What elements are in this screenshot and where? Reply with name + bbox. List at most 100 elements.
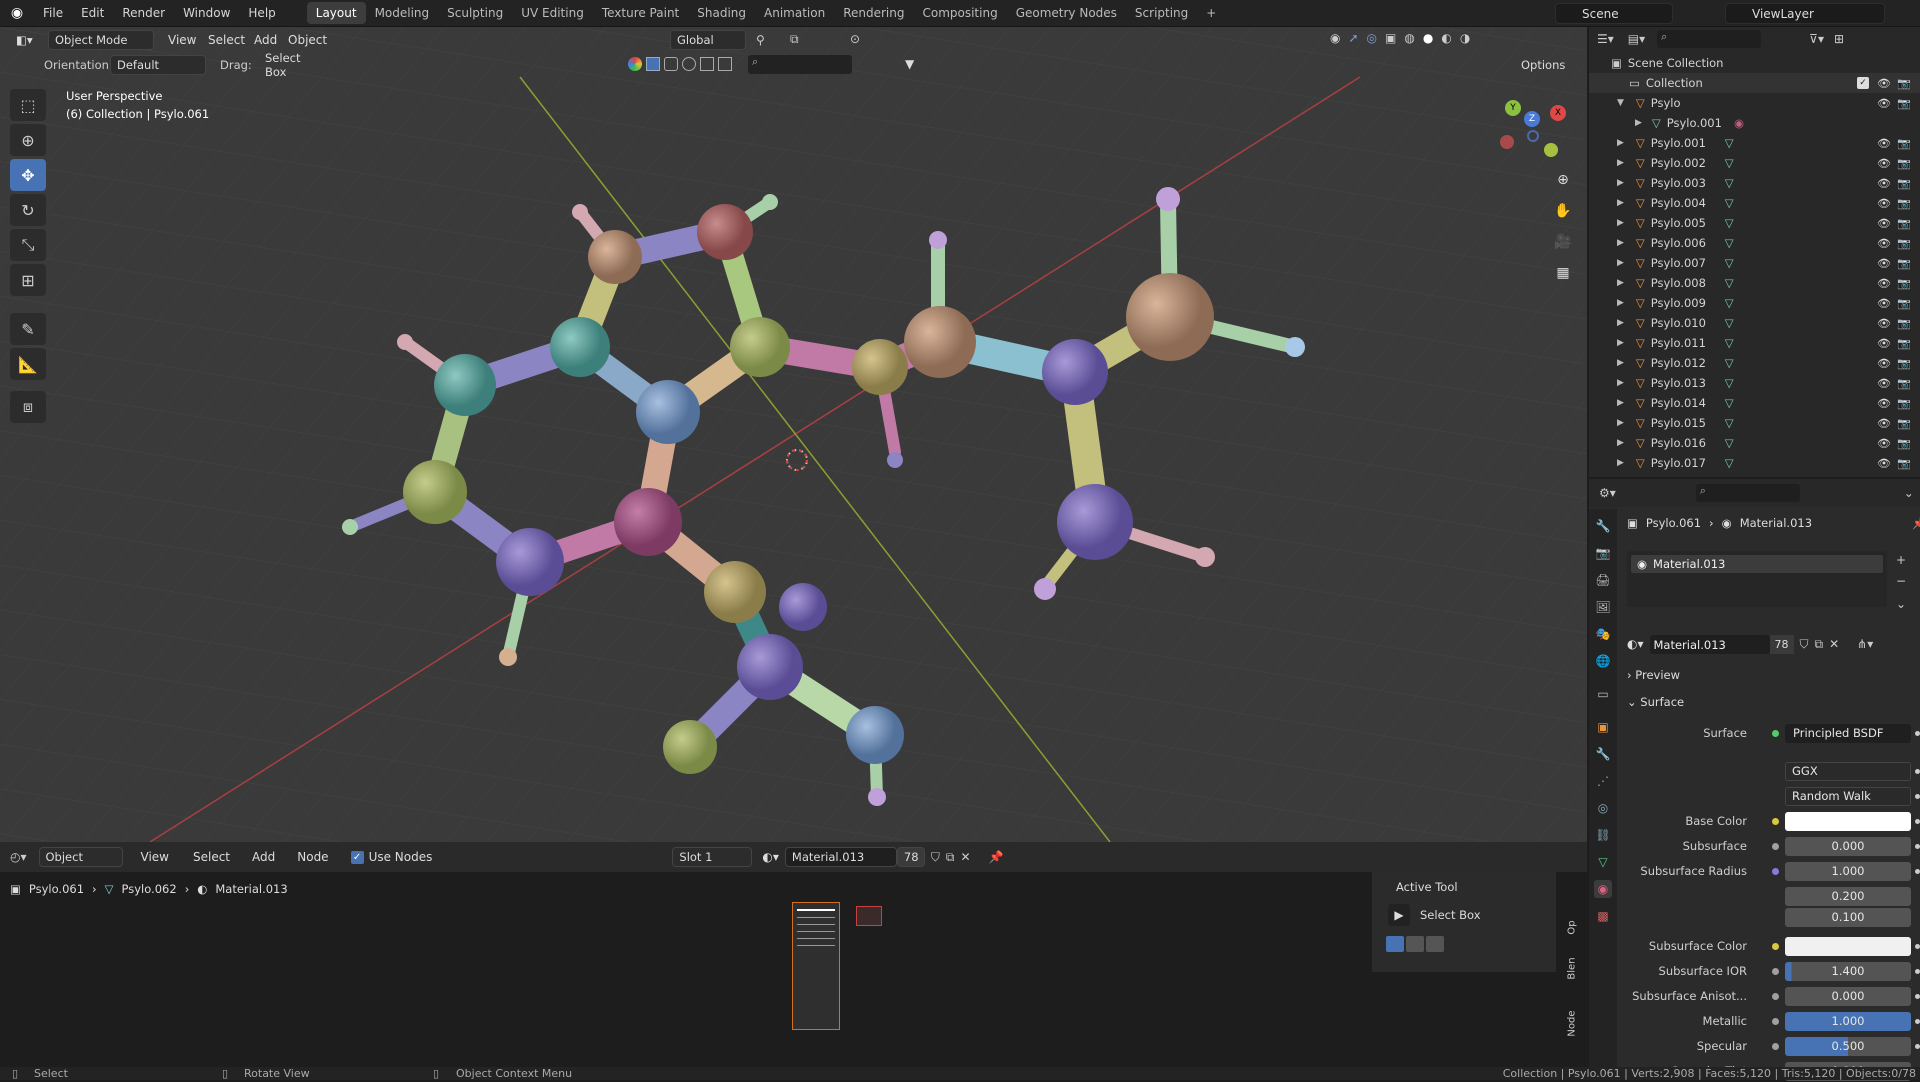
expand-arrow-icon[interactable]: ▶ (1617, 358, 1624, 368)
exclude-checkbox[interactable]: ✓ (1857, 77, 1869, 89)
duplicate-material-icon[interactable]: ⧉ (1815, 637, 1824, 652)
surface-panel-header[interactable]: ⌄ Surface (1627, 695, 1684, 709)
world-tab-icon[interactable]: 🌐 (1594, 652, 1612, 670)
outliner-item[interactable]: ▶ ▽ Psylo.016 ▽ 👁 📷 (1589, 433, 1920, 453)
fake-user-icon[interactable]: ⛉ (1800, 637, 1809, 652)
menu-render[interactable]: Render (113, 6, 174, 20)
menu-view[interactable]: View (141, 850, 169, 864)
preview-panel-header[interactable]: › Preview (1627, 668, 1680, 682)
outliner-item[interactable]: ▶ ▽ Psylo.013 ▽ 👁 📷 (1589, 373, 1920, 393)
render-camera-icon[interactable]: 📷 (1897, 357, 1911, 370)
filter-icon[interactable]: ▼ (905, 57, 914, 71)
transform-orientation-selector[interactable]: Global (670, 30, 746, 50)
ortho-grid-icon[interactable]: ▦ (1550, 260, 1576, 286)
output-tab-icon[interactable]: 🖨 (1594, 571, 1612, 589)
socket-dot-icon[interactable] (1772, 1042, 1779, 1050)
outliner-item[interactable]: ▶ ▽ Psylo.012 ▽ 👁 📷 (1589, 353, 1920, 373)
render-camera-icon[interactable]: 📷 (1897, 457, 1911, 470)
outliner-item[interactable]: ▶ ▽ Psylo.004 ▽ 👁 📷 (1589, 193, 1920, 213)
render-camera-icon[interactable]: 📷 (1897, 417, 1911, 430)
display-mode-icon[interactable]: ▤▾ (1628, 32, 1645, 46)
socket-dot-icon[interactable] (1772, 842, 1779, 850)
property-field[interactable]: GGX (1785, 761, 1911, 781)
visibility-eye-icon[interactable]: 👁 (1877, 277, 1891, 290)
tab-layout[interactable]: Layout (306, 2, 366, 24)
outliner-item[interactable]: ▶ ▽ Psylo.006 ▽ 👁 📷 (1589, 233, 1920, 253)
visibility-eye-icon[interactable]: 👁 (1877, 157, 1891, 170)
solid-shading-icon[interactable]: ● (1423, 31, 1433, 45)
pan-hand-icon[interactable]: ✋ (1550, 198, 1576, 224)
new-collection-icon[interactable]: ⊞ (1834, 32, 1844, 46)
property-field[interactable]: Random Walk (1785, 786, 1911, 806)
expand-arrow-icon[interactable]: ▶ (1617, 258, 1624, 268)
add-cube-tool[interactable]: ⧈ (10, 391, 46, 423)
menu-edit[interactable]: Edit (72, 6, 113, 20)
remove-slot-button[interactable]: − (1896, 574, 1906, 588)
tab-blender[interactable]: Blen (1567, 945, 1578, 993)
expand-arrow-icon[interactable]: ▶ (1617, 178, 1624, 188)
visibility-eye-icon[interactable]: 👁 (1877, 197, 1891, 210)
color-wheel-icon[interactable] (628, 57, 642, 71)
material-browse-icon[interactable]: ◐▾ (1627, 637, 1644, 651)
active-tool-title[interactable]: Active Tool (1396, 880, 1458, 894)
node-tree-icon[interactable]: ⋔▾ (1857, 637, 1873, 651)
socket-dot-icon[interactable] (1772, 942, 1779, 950)
outliner-item[interactable]: ▶ ▽ Psylo.003 ▽ 👁 📷 (1589, 173, 1920, 193)
slot-selector[interactable]: Slot 1 (672, 847, 753, 867)
camera-view-icon[interactable]: 🎥 (1550, 229, 1576, 255)
set-mode-icon[interactable] (1386, 936, 1404, 952)
extend-mode-icon[interactable] (1406, 936, 1424, 952)
property-field[interactable]: 1.000 (1785, 1011, 1911, 1031)
scene-selector[interactable]: Scene (1555, 3, 1673, 24)
property-field[interactable]: Principled BSDF (1785, 723, 1911, 743)
visibility-eye-icon[interactable]: 👁 (1877, 97, 1891, 110)
expand-arrow-icon[interactable]: ▶ (1617, 278, 1624, 288)
measure-tool[interactable]: 📐 (10, 348, 46, 380)
keyframe-dot-icon[interactable] (1915, 993, 1920, 999)
snap-icon[interactable]: ⧉ (790, 32, 799, 47)
tab-uv-editing[interactable]: UV Editing (512, 2, 593, 24)
render-tab-icon[interactable]: 📷 (1594, 544, 1612, 562)
expand-arrow-icon[interactable]: ▶ (1617, 398, 1624, 408)
property-field[interactable]: 1.000 (1785, 861, 1911, 881)
visibility-eye-icon[interactable]: 👁 (1877, 437, 1891, 450)
rotate-tool[interactable]: ↻ (10, 194, 46, 226)
visibility-eye-icon[interactable]: 👁 (1877, 257, 1891, 270)
modifier-tab-icon[interactable]: 🔧 (1594, 745, 1612, 763)
render-camera-icon[interactable]: 📷 (1897, 257, 1911, 270)
tab-modeling[interactable]: Modeling (366, 2, 439, 24)
object-tab-icon[interactable]: ▣ (1594, 718, 1612, 736)
visibility-eye-icon[interactable]: 👁 (1877, 417, 1891, 430)
material-sphere-icon[interactable]: ◐▾ (762, 850, 779, 864)
mode-selector[interactable]: Object Mode (48, 30, 154, 50)
gizmo-z-axis[interactable]: Z (1524, 111, 1540, 127)
visibility-eye-icon[interactable]: 👁 (1877, 317, 1891, 330)
property-field[interactable]: 0.000 (1785, 836, 1911, 856)
overlay-toggle-icon[interactable]: ◎ (1367, 31, 1377, 45)
properties-search-input[interactable]: ⌕ (1695, 484, 1800, 502)
socket-dot-icon[interactable] (1772, 1017, 1779, 1025)
outliner-item[interactable]: ▶ ▽ Psylo.001 ▽ 👁 📷 (1589, 133, 1920, 153)
socket-dot-icon[interactable] (1772, 967, 1779, 975)
rendered-shading-icon[interactable]: ◑ (1460, 31, 1470, 45)
menu-view[interactable]: View (168, 33, 196, 47)
scene-collection-row[interactable]: ▣ Scene Collection (1589, 53, 1920, 73)
tool-tab-icon[interactable]: 🔧 (1594, 517, 1612, 535)
property-field[interactable]: 0.200 (1785, 886, 1911, 906)
pin-icon[interactable]: 📌 (1912, 516, 1920, 530)
tab-scripting[interactable]: Scripting (1126, 2, 1197, 24)
socket-dot-icon[interactable] (1772, 867, 1779, 875)
menu-select[interactable]: Select (208, 33, 245, 47)
visibility-eye-icon[interactable]: 👁 (1877, 237, 1891, 250)
blender-logo-icon[interactable]: ◉ (0, 5, 34, 21)
render-camera-icon[interactable]: 📷 (1897, 237, 1911, 250)
keyframe-dot-icon[interactable] (1915, 818, 1920, 824)
visibility-eye-icon[interactable]: 👁 (1877, 357, 1891, 370)
expand-arrow-icon[interactable]: ▶ (1617, 318, 1624, 328)
outliner[interactable]: ☰▾ ▤▾ ⌕ ⊽▾ ⊞ ▣ Scene Collection ▭ Collec… (1589, 27, 1920, 477)
material-users-count[interactable]: 78 (896, 847, 925, 867)
gizmo-neg-z[interactable] (1527, 130, 1539, 142)
move-tool[interactable]: ✥ (10, 159, 46, 191)
tab-sculpting[interactable]: Sculpting (438, 2, 512, 24)
visibility-eye-icon[interactable]: 👁 (1877, 137, 1891, 150)
